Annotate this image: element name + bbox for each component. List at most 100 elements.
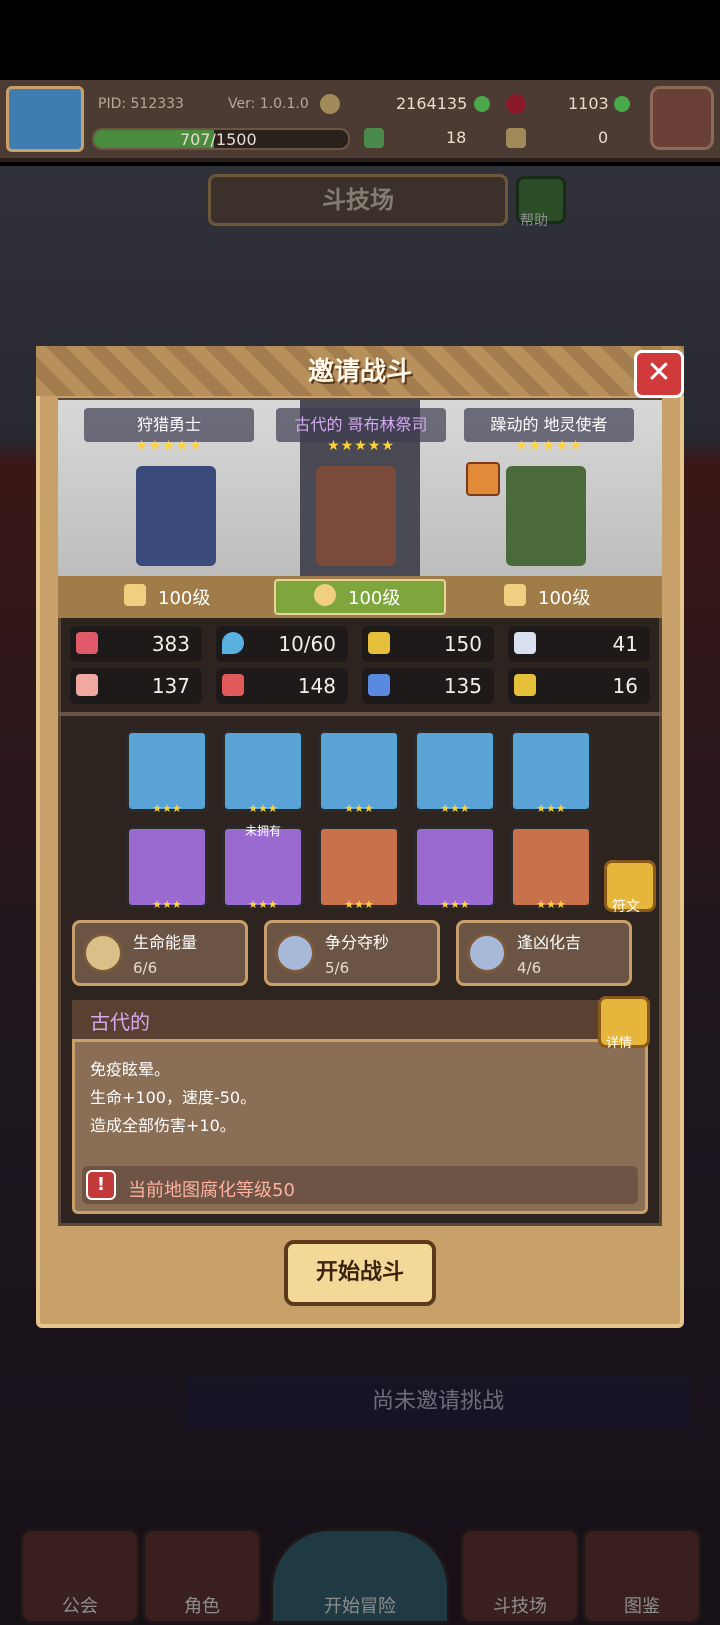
stat-value: 137: [151, 674, 190, 698]
unit-name-2: 古代的 哥布林祭司: [276, 408, 446, 442]
unit-name-3: 躁动的 地灵使者: [464, 408, 634, 442]
heart-icon: [76, 632, 98, 654]
stat-value: 10/60: [278, 632, 336, 656]
keys-value: 0: [598, 128, 609, 147]
stat-luck: 16: [508, 668, 650, 704]
modal-title: 邀请战斗: [36, 346, 684, 396]
equip-stars: ★★★: [152, 802, 182, 815]
skill-name: 生命能量: [133, 933, 198, 952]
skill-life-energy[interactable]: 生命能量 6/6: [72, 920, 248, 986]
stat-value: 135: [443, 674, 482, 698]
description-title: 古代的: [90, 1010, 150, 1034]
exp-text: 707/1500: [180, 130, 257, 149]
stat-value: 383: [151, 632, 190, 656]
add-gold-icon[interactable]: [474, 96, 490, 112]
stat-health: 383: [70, 626, 202, 662]
heart-shield-equipment-icon[interactable]: [222, 730, 304, 812]
stat-resist: 135: [362, 668, 494, 704]
skill-count: 4/6: [517, 959, 542, 977]
shield-icon: [368, 632, 390, 654]
skill-name: 逢凶化吉: [517, 933, 582, 952]
dice-icon: [314, 584, 336, 606]
skill-count: 6/6: [133, 959, 158, 977]
scroll-icon: [368, 674, 390, 696]
stat-magic: 148: [216, 668, 348, 704]
urn-equipment-icon[interactable]: [510, 730, 592, 812]
equip-stars: ★★★: [248, 898, 278, 911]
pid-text: PID: 512333: [98, 96, 184, 112]
unit-level-3: 100级: [538, 588, 591, 609]
stat-speed: 41: [508, 626, 650, 662]
equip-stars: ★★★: [536, 802, 566, 815]
equip-stars: ★★★: [344, 898, 374, 911]
skill-icon: [83, 933, 123, 973]
wing-icon: [514, 632, 536, 654]
skill-name: 争分夺秒: [325, 933, 390, 952]
unit-name-1: 狩猎勇士: [84, 408, 254, 442]
start-battle-button[interactable]: 开始战斗: [284, 1240, 436, 1306]
heart-frame-equipment-icon[interactable]: [414, 730, 496, 812]
equip-stars: ★★★: [344, 802, 374, 815]
earth-spirit-envoy-sprite: [506, 466, 586, 566]
coin-icon: [320, 94, 340, 114]
stat-attack: 137: [70, 668, 202, 704]
hammer-rune-icon[interactable]: [318, 826, 400, 908]
unit-stars-3: ★★★★★: [515, 438, 583, 454]
key-icon: [506, 128, 526, 148]
corruption-warning: 当前地图腐化等级50: [128, 1180, 295, 1201]
skill-turn-danger[interactable]: 逢凶化吉 4/6: [456, 920, 632, 986]
stat-mana: 10/60: [216, 626, 348, 662]
rune-label: 符文: [612, 899, 640, 915]
skill-count: 5/6: [325, 959, 350, 977]
unit-level-2: 100级: [348, 588, 401, 609]
description-line-2: 生命+100，速度-50。: [90, 1088, 257, 1107]
gems-value: 1103: [568, 94, 609, 113]
bull-rune-icon[interactable]: [126, 826, 208, 908]
stat-value: 16: [612, 674, 638, 698]
unit-stars-2: ★★★★★: [327, 438, 395, 454]
divider: [58, 712, 662, 716]
equip-stars: ★★★: [440, 802, 470, 815]
staff-equipment-icon[interactable]: [126, 730, 208, 812]
detail-label: 详情: [606, 1036, 633, 1051]
unit-level-1: 100级: [158, 588, 211, 609]
stat-defense: 150: [362, 626, 494, 662]
gem-icon: [506, 94, 526, 114]
gold-value: 2164135: [396, 94, 468, 113]
book-icon: [222, 674, 244, 696]
skill-icon: [275, 933, 315, 973]
description-line-1: 免疫眩晕。: [90, 1060, 171, 1079]
not-owned-tag: 未拥有: [244, 824, 281, 838]
water-drop-icon: [222, 632, 244, 654]
crown-badge-icon: [466, 462, 500, 496]
clover-icon: [364, 128, 384, 148]
necklace-equipment-icon[interactable]: [318, 730, 400, 812]
skill-race-against-time[interactable]: 争分夺秒 5/6: [264, 920, 440, 986]
goblin-priest-sprite: [316, 466, 396, 566]
stat-value: 150: [443, 632, 482, 656]
equip-stars: ★★★: [152, 898, 182, 911]
version-text: Ver: 1.0.1.0: [228, 96, 309, 112]
clover-value: 18: [446, 128, 467, 147]
stat-value: 148: [297, 674, 336, 698]
skill-icon: [467, 933, 507, 973]
fist-icon: [76, 674, 98, 696]
boot-icon: [124, 584, 146, 606]
description-line-3: 造成全部伤害+10。: [90, 1116, 236, 1135]
player-avatar[interactable]: [6, 86, 84, 152]
settings-gear-icon[interactable]: [650, 86, 714, 150]
horseshoe-icon: [514, 674, 536, 696]
hunter-warrior-sprite: [136, 466, 216, 566]
unit-stars-1: ★★★★★: [135, 438, 203, 454]
description-header: [72, 1000, 648, 1042]
equip-stars: ★★★: [536, 898, 566, 911]
bell-rune-icon[interactable]: [510, 826, 592, 908]
clown-rune-icon[interactable]: [414, 826, 496, 908]
stat-value: 41: [612, 632, 638, 656]
status-bar-area: [0, 0, 720, 80]
warning-icon: !: [86, 1170, 116, 1200]
close-button[interactable]: ✕: [634, 350, 684, 398]
key-icon: [504, 584, 526, 606]
equip-stars: ★★★: [440, 898, 470, 911]
add-gems-icon[interactable]: [614, 96, 630, 112]
